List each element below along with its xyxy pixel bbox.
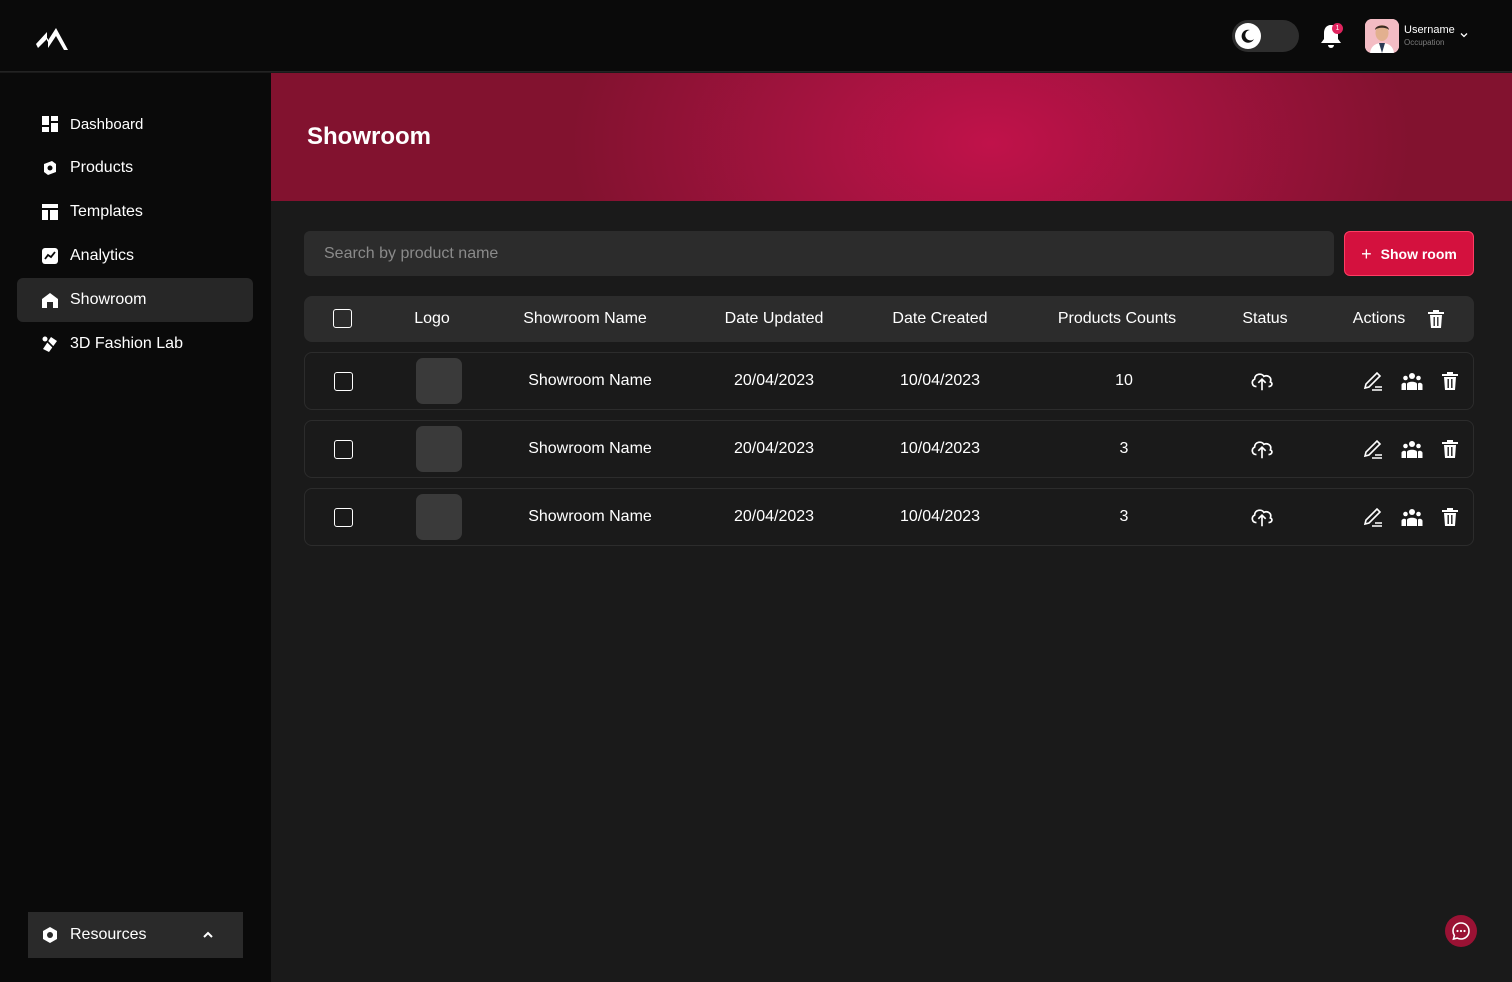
sidebar-item-templates[interactable]: Templates (17, 190, 253, 234)
sidebar-item-showroom[interactable]: Showroom (17, 278, 253, 322)
templates-icon (40, 202, 60, 222)
edit-icon[interactable] (1361, 369, 1385, 393)
date-updated-cell: 20/04/2023 (733, 372, 815, 389)
date-created-cell: 10/04/2023 (899, 508, 981, 525)
theme-toggle[interactable] (1232, 20, 1299, 52)
column-header-status: Status (1242, 310, 1288, 327)
bulk-delete-icon[interactable] (1424, 307, 1448, 331)
showroom-name-cell: Showroom Name (528, 440, 652, 457)
users-icon[interactable] (1400, 369, 1424, 393)
top-bar: 1 Username Occupation (0, 0, 1512, 72)
sidebar-item-products[interactable]: Products (17, 146, 253, 190)
sidebar-item-label: 3D Fashion Lab (70, 335, 183, 352)
row-checkbox[interactable] (334, 372, 353, 391)
dashboard-icon (40, 114, 60, 134)
chevron-down-icon[interactable] (1459, 30, 1469, 40)
moon-icon (1235, 23, 1261, 49)
column-header-logo: Logo (414, 310, 450, 327)
sidebar-item-3d-fashion-lab[interactable]: 3D Fashion Lab (17, 322, 253, 366)
delete-icon[interactable] (1438, 437, 1462, 461)
user-occupation: Occupation (1404, 38, 1445, 47)
resources-label: Resources (70, 926, 147, 943)
sidebar-item-label: Analytics (70, 247, 135, 264)
resources-toggle[interactable]: Resources (28, 912, 243, 958)
upload-icon[interactable] (1250, 437, 1274, 461)
sidebar-item-dashboard[interactable]: Dashboard (17, 102, 253, 146)
analytics-icon (40, 246, 60, 266)
search-input[interactable] (304, 231, 1334, 276)
showroom-name-cell: Showroom Name (528, 372, 652, 389)
delete-icon[interactable] (1438, 505, 1462, 529)
upload-icon[interactable] (1250, 369, 1274, 393)
resources-icon (40, 925, 60, 945)
showroom-logo (416, 426, 462, 472)
user-name[interactable]: Username (1404, 24, 1455, 36)
chat-button[interactable] (1445, 915, 1477, 947)
showroom-icon (40, 290, 60, 310)
sidebar-item-label: Products (70, 159, 134, 176)
add-showroom-button[interactable]: + Show room (1344, 231, 1474, 276)
avatar[interactable] (1365, 19, 1399, 53)
select-all-checkbox[interactable] (333, 309, 352, 328)
row-checkbox[interactable] (334, 508, 353, 527)
sidebar-item-label: Templates (70, 203, 143, 220)
showroom-name-cell: Showroom Name (528, 508, 652, 525)
table-row[interactable]: Showroom Name 20/04/2023 10/04/2023 3 (304, 420, 1474, 478)
column-header-date-created: Date Created (892, 310, 988, 327)
page-banner: Showroom (271, 73, 1512, 201)
products-count-cell: 3 (1119, 508, 1129, 525)
date-created-cell: 10/04/2023 (899, 440, 981, 457)
upload-icon[interactable] (1250, 505, 1274, 529)
column-header-date-updated: Date Updated (724, 310, 824, 327)
sidebar-item-label: Dashboard (70, 115, 144, 133)
sidebar-item-label: Showroom (70, 291, 147, 308)
date-updated-cell: 20/04/2023 (733, 508, 815, 525)
users-icon[interactable] (1400, 437, 1424, 461)
table-row[interactable]: Showroom Name 20/04/2023 10/04/2023 10 (304, 352, 1474, 410)
column-header-showroom-name: Showroom Name (523, 310, 647, 327)
users-icon[interactable] (1400, 505, 1424, 529)
showroom-logo (416, 494, 462, 540)
table-header: Logo Showroom Name Date Updated Date Cre… (304, 296, 1474, 342)
plus-icon: + (1361, 243, 1372, 264)
notification-badge: 1 (1332, 23, 1343, 34)
showroom-logo (416, 358, 462, 404)
date-created-cell: 10/04/2023 (899, 372, 981, 389)
page-title: Showroom (307, 123, 431, 150)
row-checkbox[interactable] (334, 440, 353, 459)
products-icon (40, 158, 60, 178)
brand-logo[interactable] (34, 22, 70, 52)
edit-icon[interactable] (1361, 437, 1385, 461)
delete-icon[interactable] (1438, 369, 1462, 393)
chevron-up-icon (203, 931, 213, 938)
products-count-cell: 3 (1119, 440, 1129, 457)
chat-icon (1452, 922, 1470, 941)
column-header-products-counts: Products Counts (1057, 310, 1177, 327)
add-showroom-label: Show room (1380, 245, 1457, 262)
sidebar: Dashboard Products Templates Analytics S… (0, 73, 271, 982)
sidebar-item-analytics[interactable]: Analytics (17, 234, 253, 278)
edit-icon[interactable] (1361, 505, 1385, 529)
fashion-lab-icon (40, 334, 60, 354)
table-row[interactable]: Showroom Name 20/04/2023 10/04/2023 3 (304, 488, 1474, 546)
date-updated-cell: 20/04/2023 (733, 440, 815, 457)
column-header-actions: Actions (1352, 310, 1406, 327)
products-count-cell: 10 (1115, 372, 1133, 389)
